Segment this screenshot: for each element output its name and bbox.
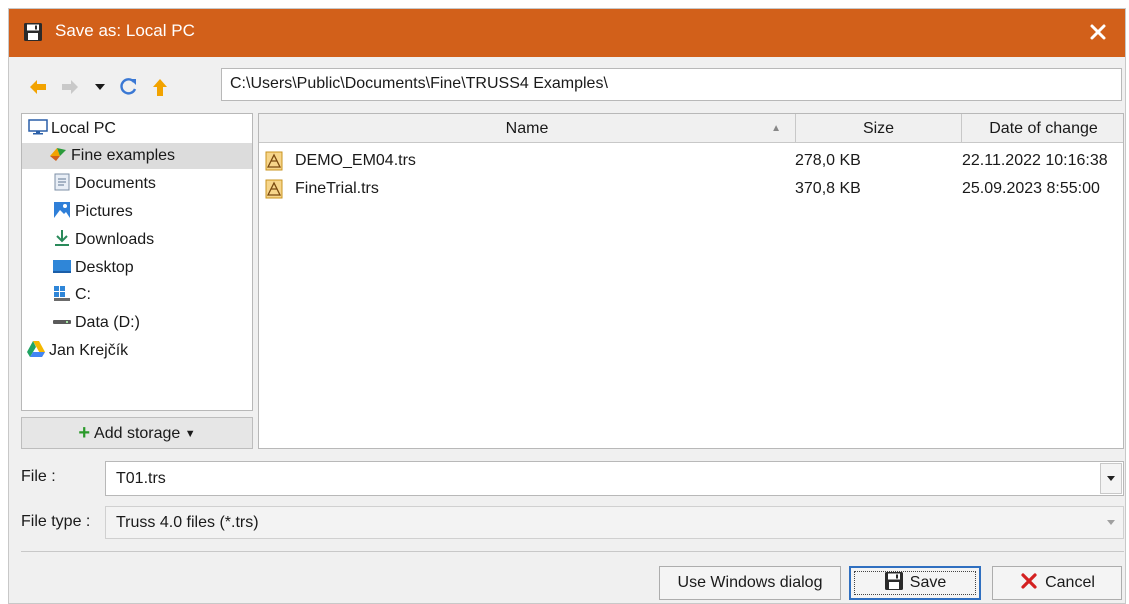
table-row[interactable]: DEMO_EM04.trs 278,0 KB 22.11.2022 10:16:…	[259, 148, 1123, 174]
path-input[interactable]: C:\Users\Public\Documents\Fine\TRUSS4 Ex…	[221, 68, 1122, 101]
documents-icon	[52, 172, 72, 192]
sidebar-item-downloads[interactable]: Downloads	[52, 227, 154, 253]
sidebar-item-label: Data (D:)	[75, 314, 140, 331]
file-size: 278,0 KB	[795, 152, 861, 169]
add-storage-button[interactable]: + Add storage ▼	[21, 417, 253, 449]
monitor-icon	[28, 117, 48, 137]
close-icon	[1019, 571, 1039, 591]
sidebar-item-drive-c[interactable]: C:	[52, 282, 91, 308]
cancel-button-label: Cancel	[1045, 574, 1095, 591]
file-list: Name ▲ Size Date of change DEMO_EM04.trs…	[258, 113, 1124, 449]
column-header-size[interactable]: Size	[796, 114, 962, 143]
sidebar-item-label: Downloads	[75, 231, 155, 248]
sidebar-item-documents[interactable]: Documents	[52, 171, 156, 197]
file-label: File :	[21, 468, 56, 485]
pictures-icon	[52, 200, 72, 220]
file-date: 22.11.2022 10:16:38	[962, 152, 1108, 169]
chevron-down-icon[interactable]	[1100, 463, 1122, 494]
window-title: Save as: Local PC	[55, 21, 195, 40]
sidebar-item-label: C:	[75, 286, 91, 303]
focus-rect	[854, 571, 976, 595]
plus-icon: +	[78, 422, 91, 444]
chevron-down-icon[interactable]	[1100, 507, 1122, 538]
table-row[interactable]: FineTrial.trs 370,8 KB 25.09.2023 8:55:0…	[259, 176, 1123, 202]
add-storage-label: Add storage	[94, 425, 181, 442]
sidebar-item-desktop[interactable]: Desktop	[52, 255, 134, 281]
drive-c-icon	[52, 283, 72, 303]
google-drive-icon	[26, 339, 46, 359]
column-header-date[interactable]: Date of change	[962, 114, 1123, 143]
sidebar-item-label: Desktop	[75, 259, 134, 276]
arrow-up-icon[interactable]	[149, 76, 171, 98]
sidebar-item-label: Documents	[75, 175, 156, 192]
sidebar-item-jan-krejcik[interactable]: Jan Krejčík	[26, 338, 128, 364]
sort-ascending-icon: ▲	[771, 123, 781, 134]
file-size: 370,8 KB	[795, 180, 861, 197]
file-name-field[interactable]: T01.trs	[105, 461, 1124, 496]
arrow-left-icon[interactable]	[27, 76, 49, 98]
file-date: 25.09.2023 8:55:00	[962, 180, 1100, 197]
truss-file-icon	[265, 179, 283, 199]
sidebar-item-label: Pictures	[75, 203, 133, 220]
use-windows-dialog-button[interactable]: Use Windows dialog	[659, 566, 841, 600]
close-icon[interactable]	[1085, 19, 1111, 45]
file-type-select[interactable]: Truss 4.0 files (*.trs)	[105, 506, 1124, 539]
file-name: DEMO_EM04.trs	[295, 152, 416, 169]
file-type-label: File type :	[21, 513, 91, 530]
separator	[21, 551, 1124, 552]
chevron-down-icon[interactable]	[89, 76, 111, 98]
sidebar-item-fine-examples[interactable]: Fine examples	[22, 143, 252, 169]
sidebar-item-label: Local PC	[51, 120, 116, 137]
download-icon	[52, 228, 72, 248]
desktop-icon	[52, 256, 72, 276]
floppy-disk-icon	[23, 22, 43, 42]
sidebar-item-label: Jan Krejčík	[49, 342, 129, 359]
sidebar-item-label: Fine examples	[71, 147, 176, 164]
column-header-name[interactable]: Name ▲	[259, 114, 796, 143]
refresh-icon[interactable]	[117, 76, 139, 98]
title-bar[interactable]: Save as: Local PC	[9, 9, 1125, 57]
cancel-button[interactable]: Cancel	[992, 566, 1122, 600]
save-as-dialog: Save as: Local PC C:\Users\Public\Docume…	[8, 8, 1126, 604]
sidebar-item-local-pc[interactable]: Local PC	[28, 116, 116, 142]
truss-file-icon	[265, 151, 283, 171]
location-tree: Local PC Fine examples Documents Picture…	[21, 113, 253, 411]
fine-logo-icon	[48, 144, 68, 164]
file-name: FineTrial.trs	[295, 180, 379, 197]
drive-icon	[52, 311, 72, 331]
sidebar-item-pictures[interactable]: Pictures	[52, 199, 133, 225]
arrow-right-icon[interactable]	[59, 76, 81, 98]
sidebar-item-data-d[interactable]: Data (D:)	[52, 310, 140, 336]
caret-down-icon: ▼	[184, 428, 196, 440]
save-button[interactable]: Save	[849, 566, 981, 600]
